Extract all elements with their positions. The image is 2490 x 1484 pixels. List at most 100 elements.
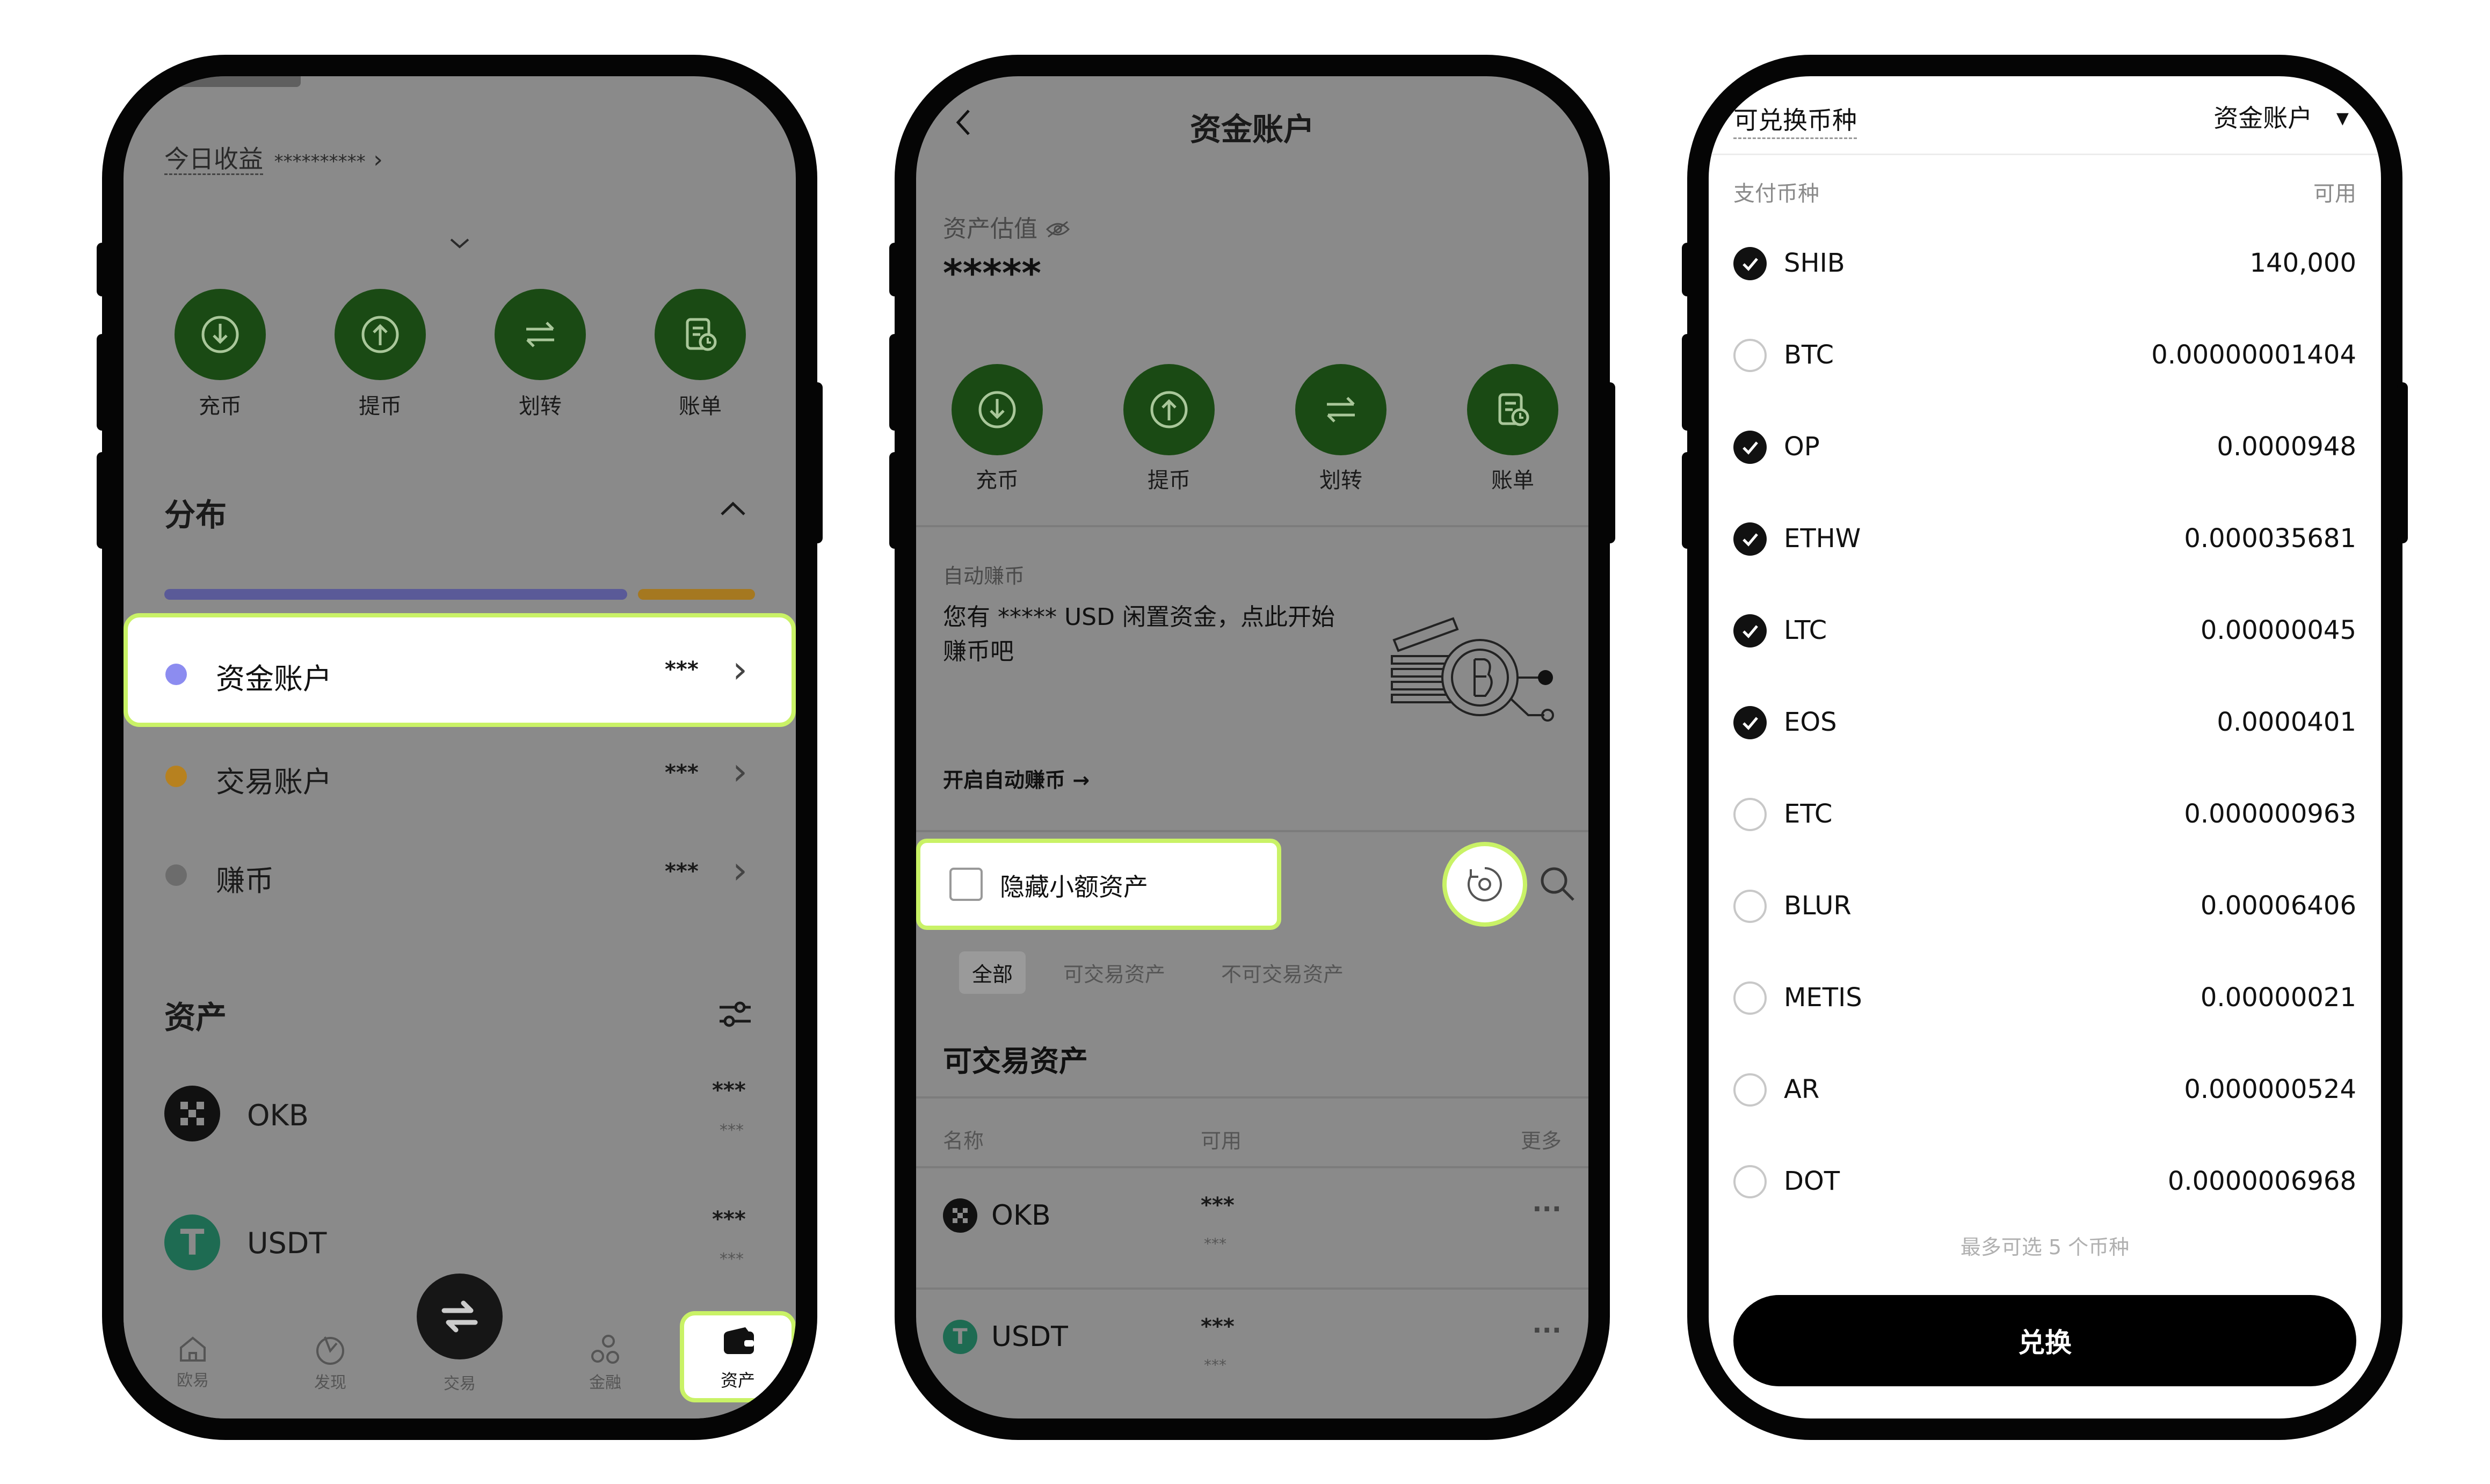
asset-name: OKB [247, 1099, 309, 1132]
checked-circle-icon[interactable] [1733, 706, 1767, 739]
valuation-value: ***** [943, 251, 1042, 295]
account-name: 赚币 [216, 864, 274, 898]
unchecked-circle-icon[interactable] [1733, 1165, 1767, 1198]
deposit-button[interactable] [175, 289, 266, 380]
coin-row[interactable]: DOT 0.0000006968 [1709, 1150, 2381, 1214]
chevron-right-icon: › [732, 848, 747, 892]
checked-circle-icon[interactable] [1733, 431, 1767, 464]
coin-row[interactable]: BLUR 0.00006406 [1709, 875, 2381, 939]
coin-row[interactable]: AR 0.000000524 [1709, 1058, 2381, 1123]
coin-name: METIS [1784, 983, 1862, 1013]
screen-assets-overview: 今日收益 ********** › 充币 提币 划转 账单 分布 资金账户 **… [124, 76, 796, 1418]
bill-label: 账单 [1491, 468, 1534, 493]
screen-convert-coins: 可兑换币种 资金账户 ▼ 支付币种 可用 SHIB 140,000 BTC 0.000… [1709, 76, 2381, 1418]
funding-account-row[interactable]: 资金账户 *** › [124, 613, 796, 727]
trade-center-button[interactable] [417, 1274, 503, 1359]
filter-tradable[interactable]: 可交易资产 [1063, 958, 1165, 987]
coin-row[interactable]: METIS 0.00000021 [1709, 966, 2381, 1031]
side-button [97, 452, 107, 549]
col-name-header: 名称 [943, 1129, 984, 1153]
filter-non-tradable[interactable]: 不可交易资产 [1221, 958, 1344, 987]
chevron-right-icon: › [732, 750, 747, 794]
filter-settings-icon[interactable] [716, 995, 754, 1035]
earn-row[interactable]: 赚币 *** › [124, 835, 796, 916]
withdraw-label: 提币 [359, 394, 402, 419]
coin-row[interactable]: EOS 0.0000401 [1709, 691, 2381, 755]
checkbox[interactable] [949, 868, 983, 901]
transfer-button[interactable] [1295, 364, 1386, 455]
more-dots-icon[interactable]: ··· [1532, 1315, 1562, 1345]
account-value: *** [665, 760, 699, 785]
coin-name: LTC [1784, 615, 1827, 645]
legend-dot [165, 864, 187, 886]
divider [916, 1287, 1588, 1290]
tab-trade-label[interactable]: 交易 [435, 1370, 484, 1394]
withdraw-button[interactable] [335, 289, 426, 380]
more-dots-icon[interactable]: ··· [1532, 1194, 1562, 1224]
checked-circle-icon[interactable] [1733, 522, 1767, 556]
unchecked-circle-icon[interactable] [1733, 339, 1767, 372]
hide-small-assets-toggle[interactable]: 隐藏小额资产 [916, 839, 1281, 930]
arrow-right-icon: → [1072, 768, 1090, 792]
chevron-right-icon: › [732, 648, 747, 692]
unchecked-circle-icon[interactable] [1733, 1073, 1767, 1107]
tab-label: 资产 [720, 1370, 755, 1391]
side-button [889, 243, 900, 296]
divider [916, 1166, 1588, 1168]
tab-discover[interactable]: 发现 [306, 1333, 354, 1393]
bill-icon [1498, 393, 1529, 426]
coin-row[interactable]: SHIB 140,000 [1709, 232, 2381, 296]
coin-available: *** [1201, 1193, 1235, 1218]
filter-all[interactable]: 全部 [959, 951, 1026, 994]
coin-available-sub: *** [1204, 1235, 1226, 1253]
coin-row[interactable]: ETHW 0.000035681 [1709, 507, 2381, 572]
today-earnings[interactable]: 今日收益 ********** › [164, 140, 383, 175]
coin-row[interactable]: LTC 0.00000045 [1709, 599, 2381, 664]
coin-row[interactable]: OP 0.0000948 [1709, 416, 2381, 480]
account-selector[interactable]: 资金账户 ▼ [2213, 99, 2349, 134]
convert-dust-icon [1468, 867, 1502, 901]
trading-account-row[interactable]: 交易账户 *** › [124, 737, 796, 817]
bill-button[interactable] [1467, 364, 1558, 455]
withdraw-icon [361, 316, 399, 353]
chevron-up-icon[interactable] [720, 500, 746, 519]
transfer-icon [1327, 397, 1355, 423]
bill-icon [686, 318, 717, 351]
bitcoin-coins-illustration [1389, 608, 1560, 739]
table-row[interactable]: T USDT *** *** ··· [916, 1291, 1588, 1409]
transfer-icon [526, 322, 554, 347]
auto-earn-link[interactable]: 开启自动赚币 → [943, 763, 1090, 793]
chevron-down-icon[interactable] [449, 237, 470, 252]
coin-row[interactable]: ETC 0.000000963 [1709, 783, 2381, 847]
tab-finance[interactable]: 金融 [581, 1333, 629, 1393]
unchecked-circle-icon[interactable] [1733, 798, 1767, 831]
small-assets-convert-button[interactable] [1442, 842, 1527, 927]
account-name: 交易账户 [216, 765, 332, 799]
divider [916, 1096, 1588, 1099]
table-row[interactable]: OKB *** *** ··· [916, 1169, 1588, 1287]
tab-home[interactable]: 欧易 [169, 1333, 217, 1391]
col-available-header: 可用 [2313, 181, 2356, 206]
transfer-button[interactable] [495, 289, 586, 380]
auto-earn-text[interactable]: 您有 ***** USD 闲置资金，点此开始赚币吧 [943, 600, 1351, 669]
swap-icon [441, 1300, 478, 1333]
checked-circle-icon[interactable] [1733, 614, 1767, 648]
side-button [97, 243, 107, 296]
tab-assets[interactable]: 资产 [680, 1311, 796, 1402]
withdraw-button[interactable] [1123, 364, 1215, 455]
convert-button[interactable]: 兑换 [1733, 1295, 2356, 1386]
checked-circle-icon[interactable] [1733, 247, 1767, 280]
divider [916, 525, 1588, 527]
deposit-button[interactable] [952, 364, 1043, 455]
side-button [812, 382, 823, 543]
search-icon[interactable] [1539, 865, 1577, 905]
legend-dot [165, 766, 187, 787]
coin-row[interactable]: BTC 0.00000001404 [1709, 324, 2381, 388]
auto-earn-label: 自动赚币 [943, 564, 1025, 588]
unchecked-circle-icon[interactable] [1733, 890, 1767, 923]
finance-icon [591, 1335, 619, 1364]
coin-name: OP [1784, 432, 1820, 462]
assets-title: 资产 [164, 999, 227, 1036]
unchecked-circle-icon[interactable] [1733, 981, 1767, 1015]
bill-button[interactable] [655, 289, 746, 380]
